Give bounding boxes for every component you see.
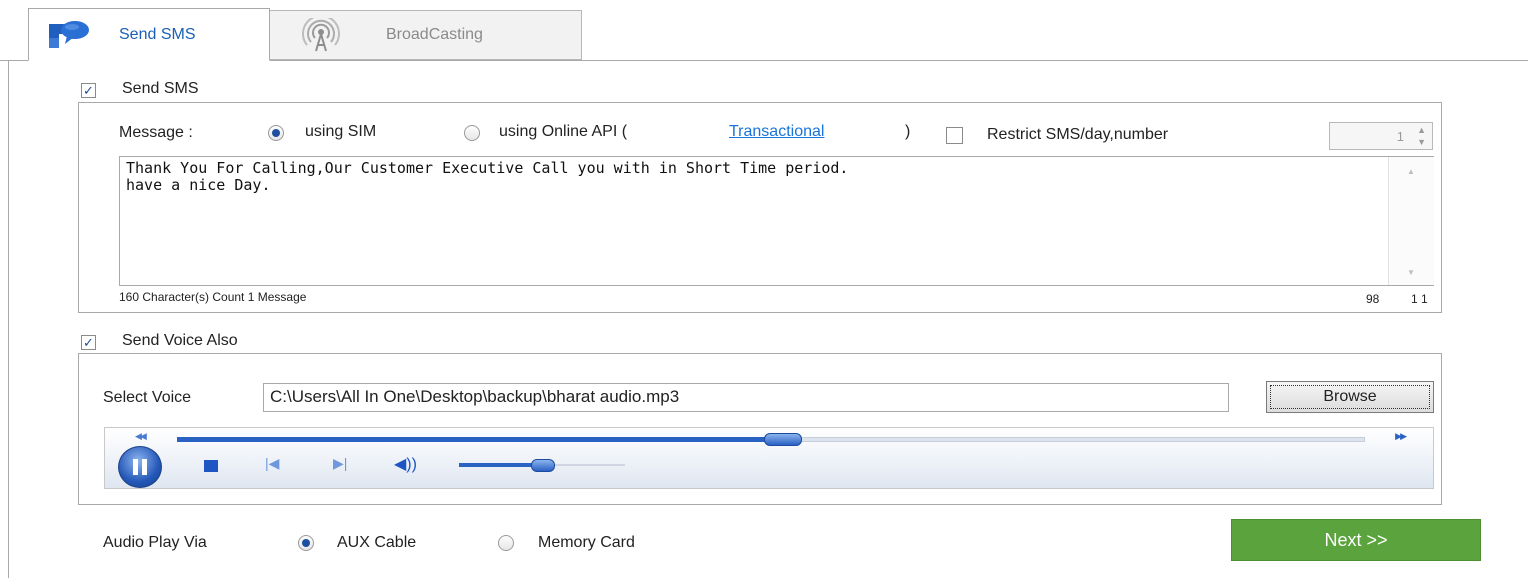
pause-icon[interactable] bbox=[118, 446, 162, 488]
send-voice-label: Send Voice Also bbox=[122, 332, 238, 349]
media-player: ◀◀ ▶▶ |◀ ▶| ◀)) bbox=[104, 427, 1434, 489]
send-sms-checkbox[interactable]: ✓ bbox=[81, 83, 96, 98]
memory-card-label: Memory Card bbox=[538, 534, 635, 551]
tab-broadcasting[interactable]: BroadCasting bbox=[270, 10, 582, 60]
count-right: 1 1 bbox=[1411, 292, 1428, 306]
message-textarea[interactable]: Thank You For Calling,Our Customer Execu… bbox=[119, 156, 1434, 286]
scroll-down-icon[interactable]: ▼ bbox=[1407, 268, 1415, 277]
previous-track-icon[interactable]: |◀ bbox=[265, 455, 279, 472]
next-button[interactable]: Next >> bbox=[1231, 519, 1481, 561]
stop-icon[interactable] bbox=[204, 460, 218, 472]
tab-send-sms[interactable]: Send SMS bbox=[28, 8, 270, 61]
spinner-arrows-icon[interactable]: ▲ ▼ bbox=[1417, 124, 1426, 148]
seek-thumb[interactable] bbox=[763, 433, 802, 446]
using-api-label: using Online API ( bbox=[499, 123, 628, 140]
restrict-checkbox[interactable] bbox=[946, 127, 963, 144]
tab-label: Send SMS bbox=[119, 25, 196, 43]
panel-left-border bbox=[8, 60, 9, 578]
chat-bubble-icon bbox=[47, 18, 91, 52]
volume-icon[interactable]: ◀)) bbox=[394, 454, 417, 474]
broadcast-antenna-icon bbox=[302, 18, 340, 52]
volume-thumb[interactable] bbox=[531, 459, 555, 472]
using-sim-label: using SIM bbox=[305, 123, 377, 140]
restrict-count-spinner[interactable]: 1 ▲ ▼ bbox=[1329, 122, 1433, 150]
spinner-value: 1 bbox=[1396, 129, 1404, 144]
browse-button[interactable]: Browse bbox=[1266, 381, 1434, 413]
seek-back-icon[interactable]: ◀◀ bbox=[135, 431, 147, 442]
select-voice-label: Select Voice bbox=[103, 389, 192, 406]
radio-online-api[interactable] bbox=[464, 125, 480, 141]
restrict-label: Restrict SMS/day,number bbox=[987, 126, 1169, 143]
audio-play-via-label: Audio Play Via bbox=[103, 534, 207, 551]
next-track-icon[interactable]: ▶| bbox=[333, 455, 347, 472]
scroll-up-icon[interactable]: ▲ bbox=[1407, 167, 1415, 176]
character-count-info: 160 Character(s) Count 1 Message bbox=[119, 290, 307, 304]
api-close-paren: ) bbox=[905, 123, 911, 140]
radio-using-sim[interactable] bbox=[268, 125, 284, 141]
message-scrollbar[interactable]: ▲ ▼ bbox=[1388, 157, 1434, 285]
send-sms-label: Send SMS bbox=[122, 80, 199, 97]
transactional-link[interactable]: Transactional bbox=[729, 123, 824, 141]
seek-forward-icon[interactable]: ▶▶ bbox=[1395, 431, 1407, 442]
seek-progress-fill bbox=[177, 437, 782, 442]
message-label: Message : bbox=[119, 124, 193, 141]
radio-aux-cable[interactable] bbox=[298, 535, 314, 551]
volume-fill bbox=[459, 463, 542, 467]
radio-memory-card[interactable] bbox=[498, 535, 514, 551]
send-voice-checkbox[interactable]: ✓ bbox=[81, 335, 96, 350]
tab-label: BroadCasting bbox=[386, 26, 483, 43]
count-left: 98 bbox=[1366, 292, 1380, 306]
voice-path-input[interactable]: C:\Users\All In One\Desktop\backup\bhara… bbox=[263, 383, 1229, 412]
aux-cable-label: AUX Cable bbox=[337, 534, 417, 551]
focus-ring bbox=[1270, 385, 1430, 409]
